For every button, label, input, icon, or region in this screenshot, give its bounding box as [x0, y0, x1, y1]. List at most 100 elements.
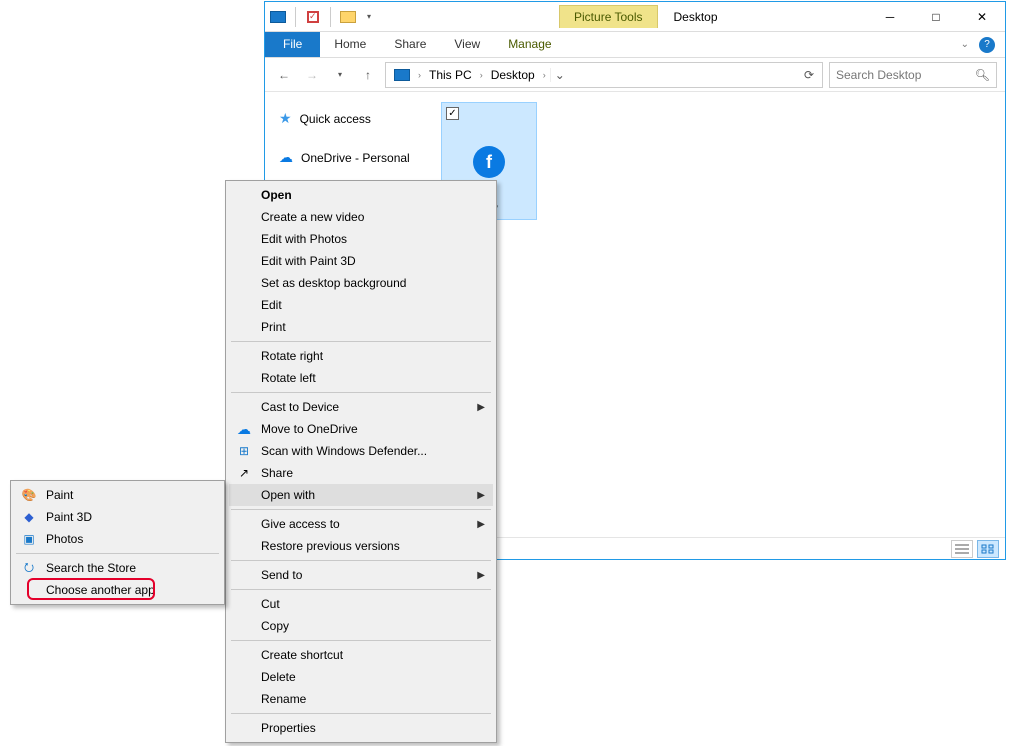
separator [330, 7, 331, 27]
navigation-row: ← → ▾ ↑ › This PC › Desktop › ⌄ ⟳ Search… [265, 58, 1005, 92]
search-input[interactable]: Search Desktop 🔍︎ [829, 62, 997, 88]
file-checkbox[interactable]: ✓ [446, 107, 459, 120]
menu-restore-previous-versions[interactable]: Restore previous versions [229, 535, 493, 557]
tab-home[interactable]: Home [320, 32, 380, 57]
cloud-icon: ☁ [279, 149, 293, 166]
menu-rotate-right[interactable]: Rotate right [229, 345, 493, 367]
photos-icon: ▣ [20, 532, 38, 546]
submenu-search-store[interactable]: ⭮Search the Store [14, 557, 221, 579]
address-history-dropdown[interactable]: ⌄ [550, 68, 569, 82]
menu-separator [231, 640, 491, 641]
chevron-right-icon[interactable]: › [478, 70, 485, 80]
search-placeholder: Search Desktop [836, 68, 921, 82]
menu-send-to[interactable]: Send to▶ [229, 564, 493, 586]
content-pane[interactable]: ✓ f klw [431, 92, 1005, 537]
address-bar[interactable]: › This PC › Desktop › ⌄ ⟳ [385, 62, 823, 88]
open-with-submenu: 🎨Paint ◆Paint 3D ▣Photos ⭮Search the Sto… [10, 480, 225, 605]
tab-share[interactable]: Share [380, 32, 440, 57]
window-controls: ─ □ ✕ [867, 2, 1005, 32]
menu-properties[interactable]: Properties [229, 717, 493, 739]
menu-edit-with-photos[interactable]: Edit with Photos [229, 228, 493, 250]
titlebar: ▾ Picture Tools Desktop ─ □ ✕ [265, 2, 1005, 32]
menu-separator [231, 341, 491, 342]
menu-cast-to-device[interactable]: Cast to Device▶ [229, 396, 493, 418]
menu-set-desktop-background[interactable]: Set as desktop background [229, 272, 493, 294]
menu-move-to-onedrive[interactable]: ☁Move to OneDrive [229, 418, 493, 440]
chevron-right-icon[interactable]: › [541, 70, 548, 80]
chevron-right-icon: ▶ [477, 402, 485, 413]
menu-separator [231, 509, 491, 510]
help-icon[interactable]: ? [979, 37, 995, 53]
close-button[interactable]: ✕ [959, 2, 1005, 32]
chevron-right-icon: ▶ [477, 519, 485, 530]
file-tab[interactable]: File [265, 32, 320, 57]
menu-print[interactable]: Print [229, 316, 493, 338]
menu-share[interactable]: ↗Share [229, 462, 493, 484]
menu-separator [16, 553, 219, 554]
separator [295, 7, 296, 27]
ribbon: File Home Share View Manage ⌄ ? [265, 32, 1005, 58]
menu-create-shortcut[interactable]: Create shortcut [229, 644, 493, 666]
cloud-icon: ☁ [235, 421, 253, 438]
menu-separator [231, 713, 491, 714]
minimize-button[interactable]: ─ [867, 2, 913, 32]
menu-delete[interactable]: Delete [229, 666, 493, 688]
star-icon: ★ [279, 110, 292, 127]
nav-label: OneDrive - Personal [301, 151, 410, 165]
submenu-choose-another-app[interactable]: Choose another app [14, 579, 221, 601]
submenu-photos[interactable]: ▣Photos [14, 528, 221, 550]
chevron-right-icon: ▶ [477, 570, 485, 581]
forward-button[interactable]: → [301, 64, 323, 86]
menu-scan-defender[interactable]: ⊞Scan with Windows Defender... [229, 440, 493, 462]
quick-access-toolbar: ▾ [265, 7, 379, 27]
menu-separator [231, 560, 491, 561]
menu-create-new-video[interactable]: Create a new video [229, 206, 493, 228]
nav-quick-access[interactable]: ★ Quick access [273, 106, 423, 131]
address-segment-this-pc[interactable]: This PC [425, 66, 476, 84]
thumbnails-view-button[interactable] [977, 540, 999, 558]
maximize-button[interactable]: □ [913, 2, 959, 32]
submenu-paint3d[interactable]: ◆Paint 3D [14, 506, 221, 528]
refresh-icon[interactable]: ⟳ [800, 68, 818, 82]
explorer-icon [269, 8, 287, 26]
paint3d-icon: ◆ [20, 510, 38, 524]
menu-open[interactable]: Open [229, 184, 493, 206]
folder-qat-icon[interactable] [339, 8, 357, 26]
menu-edit[interactable]: Edit [229, 294, 493, 316]
menu-rename[interactable]: Rename [229, 688, 493, 710]
paint-icon: 🎨 [20, 488, 38, 502]
search-icon[interactable]: 🔍︎ [975, 68, 990, 82]
context-menu: Open Create a new video Edit with Photos… [225, 180, 497, 743]
qat-dropdown-icon[interactable]: ▾ [363, 12, 375, 21]
tab-view[interactable]: View [440, 32, 494, 57]
file-thumbnail-icon: f [473, 146, 505, 178]
properties-qat-icon[interactable] [304, 8, 322, 26]
menu-separator [231, 589, 491, 590]
menu-copy[interactable]: Copy [229, 615, 493, 637]
share-icon: ↗ [235, 466, 253, 480]
nav-label: Quick access [300, 112, 371, 126]
nav-onedrive[interactable]: ☁ OneDrive - Personal [273, 145, 423, 170]
menu-edit-with-paint3d[interactable]: Edit with Paint 3D [229, 250, 493, 272]
store-icon: ⭮ [20, 558, 38, 579]
menu-rotate-left[interactable]: Rotate left [229, 367, 493, 389]
address-segment-desktop[interactable]: Desktop [487, 66, 539, 84]
up-button[interactable]: ↑ [357, 64, 379, 86]
contextual-tab-picture-tools[interactable]: Picture Tools [559, 5, 657, 28]
details-view-icon [955, 544, 969, 554]
menu-give-access-to[interactable]: Give access to▶ [229, 513, 493, 535]
chevron-right-icon[interactable]: › [416, 70, 423, 80]
submenu-paint[interactable]: 🎨Paint [14, 484, 221, 506]
details-view-button[interactable] [951, 540, 973, 558]
ribbon-collapse-icon[interactable]: ⌄ [961, 39, 969, 50]
menu-separator [231, 392, 491, 393]
menu-cut[interactable]: Cut [229, 593, 493, 615]
menu-open-with[interactable]: Open with▶ [229, 484, 493, 506]
shield-icon: ⊞ [235, 444, 253, 458]
recent-locations-dropdown[interactable]: ▾ [329, 64, 351, 86]
thumbnails-view-icon [981, 544, 995, 554]
back-button[interactable]: ← [273, 64, 295, 86]
window-title: Desktop [674, 10, 718, 24]
address-root-icon[interactable] [390, 67, 414, 83]
tab-manage[interactable]: Manage [494, 32, 565, 57]
